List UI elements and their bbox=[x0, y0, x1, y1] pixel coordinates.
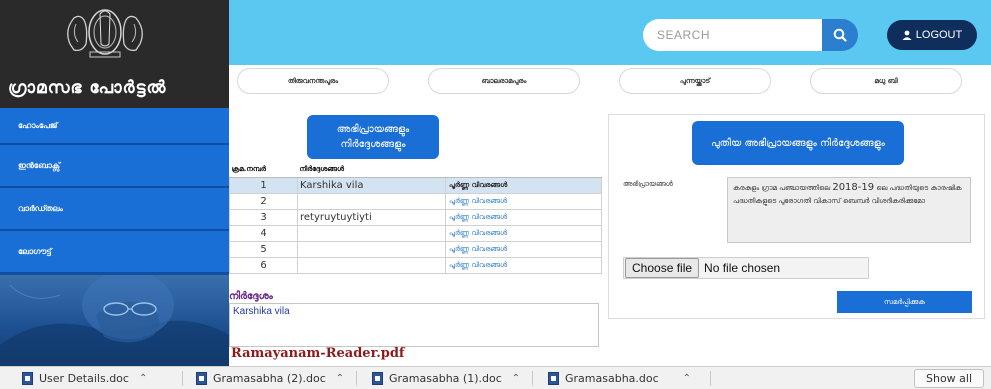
suggestion-detail-label: നിർദ്ദേശം bbox=[229, 291, 273, 302]
table-row[interactable]: 2 പൂർണ്ണ വിവരങ്ങൾ bbox=[229, 192, 602, 210]
search-icon bbox=[833, 28, 847, 42]
row-number: 5 bbox=[229, 240, 298, 258]
sidebar-item-logout[interactable]: ലോഗൗട്ട് bbox=[0, 231, 229, 274]
download-bar: User Details.doc ⌃ Gramasabha (2).doc ⌃ … bbox=[0, 366, 991, 389]
full-details-link[interactable]: പൂർണ്ണ വിവരങ്ങൾ bbox=[445, 256, 602, 274]
download-filename: Gramasabha (2).doc bbox=[213, 372, 326, 385]
download-filename: Gramasabha (1).doc bbox=[389, 372, 502, 385]
download-item[interactable]: User Details.doc ⌃ bbox=[22, 367, 147, 389]
row-suggestion bbox=[297, 240, 446, 258]
table-row[interactable]: 5 പൂർണ്ണ വിവരങ്ങൾ bbox=[229, 240, 602, 258]
ward-tab-thiruvananthapuram[interactable]: തിരുവനന്തപുരം bbox=[237, 68, 389, 94]
full-details-link[interactable]: പൂർണ്ണ വിവരങ്ങൾ bbox=[445, 176, 602, 194]
full-details-link[interactable]: പൂർണ്ണ വിവരങ്ങൾ bbox=[445, 224, 602, 242]
file-input[interactable]: Choose file No file chosen bbox=[623, 257, 869, 279]
comment-text-year: 2018-19 bbox=[832, 182, 875, 193]
column-header-serial: ക്രമ.നമ്പർ bbox=[229, 163, 298, 178]
divider bbox=[532, 371, 533, 386]
table-row[interactable]: 1 Karshika vila പൂർണ്ണ വിവരങ്ങൾ bbox=[229, 176, 602, 194]
full-details-link[interactable]: പൂർണ്ണ വിവരങ്ങൾ bbox=[445, 192, 602, 210]
ward-tab-balaramapuram[interactable]: ബാലരാമപുരം bbox=[428, 68, 580, 94]
column-header-suggestion: നിർദ്ദേശങ്ങൾ bbox=[297, 163, 446, 178]
search-input[interactable] bbox=[643, 19, 826, 51]
word-doc-icon bbox=[548, 372, 559, 385]
download-item[interactable]: Gramasabha (1).doc ⌃ bbox=[372, 367, 520, 389]
site-title: ഗ്രാമസഭ പോർട്ടൽ bbox=[8, 78, 167, 98]
sidebar-menu: ഹോംപേജ് ഇൻബോക്സ് വാർഡ്തലം ലോഗൗട്ട് bbox=[0, 108, 229, 274]
chevron-up-icon[interactable]: ⌃ bbox=[336, 373, 344, 384]
suggestions-table: ക്രമ.നമ്പർ നിർദ്ദേശങ്ങൾ 1 Karshika vila … bbox=[229, 163, 602, 274]
table-row[interactable]: 6 പൂർണ്ണ വിവരങ്ങൾ bbox=[229, 256, 602, 274]
row-number: 1 bbox=[229, 176, 298, 194]
row-suggestion: Karshika vila bbox=[297, 176, 446, 194]
chevron-up-icon[interactable]: ⌃ bbox=[139, 373, 147, 384]
top-header: LOGOUT bbox=[229, 0, 991, 65]
logo-area: ഗ്രാമസഭ പോർട്ടൽ bbox=[0, 0, 229, 108]
row-number: 6 bbox=[229, 256, 298, 274]
comment-textarea[interactable]: കരകുളം ഗ്രാമ പഞ്ചായത്തിലെ 2018-19 ലെ പദ്… bbox=[727, 177, 971, 243]
full-details-link[interactable]: പൂർണ്ണ വിവരങ്ങൾ bbox=[445, 240, 602, 258]
pdf-attachment-link[interactable]: Ramayanam-Reader.pdf bbox=[231, 346, 405, 361]
word-doc-icon bbox=[196, 372, 207, 385]
logout-label: LOGOUT bbox=[915, 29, 963, 41]
table-row[interactable]: 3 retyruytuytiyti പൂർണ്ണ വിവരങ്ങൾ bbox=[229, 208, 602, 226]
search-button[interactable] bbox=[822, 19, 858, 51]
row-suggestion bbox=[297, 256, 446, 274]
full-details-link[interactable]: പൂർണ്ണ വിവരങ്ങൾ bbox=[445, 208, 602, 226]
chevron-up-icon[interactable]: ⌃ bbox=[512, 373, 520, 384]
ward-tab-madhu-b[interactable]: മധു ബി bbox=[810, 68, 962, 94]
row-number: 4 bbox=[229, 224, 298, 242]
new-comment-panel: പുതിയ അഭിപ്രായങ്ങളും നിർദ്ദേശങ്ങളും അഭിപ… bbox=[608, 114, 985, 319]
choose-file-button[interactable]: Choose file bbox=[625, 258, 700, 278]
comment-label: അഭിപ്രായങ്ങൾ bbox=[623, 180, 673, 188]
sidebar-item-ward-level[interactable]: വാർഡ്തലം bbox=[0, 188, 229, 231]
row-suggestion bbox=[297, 224, 446, 242]
new-comment-heading: പുതിയ അഭിപ്രായങ്ങളും നിർദ്ദേശങ്ങളും bbox=[692, 121, 904, 165]
kerala-emblem-icon bbox=[67, 9, 143, 58]
divider bbox=[710, 371, 711, 386]
column-header-action bbox=[445, 163, 602, 178]
divider bbox=[182, 371, 183, 386]
row-suggestion: retyruytuytiyti bbox=[297, 208, 446, 226]
no-file-label: No file chosen bbox=[704, 261, 781, 275]
comment-text-pre: കരകുളം ഗ്രാമ പഞ്ചായത്തിലെ bbox=[733, 184, 833, 192]
logout-button[interactable]: LOGOUT bbox=[887, 20, 977, 50]
chevron-up-icon[interactable]: ⌃ bbox=[683, 373, 691, 384]
suggestions-panel: അഭിപ്രായങ്ങളും നിർദ്ദേശങ്ങളും ക്രമ.നമ്പർ… bbox=[229, 113, 602, 365]
sidebar-item-home[interactable]: ഹോംപേജ് bbox=[0, 108, 229, 145]
word-doc-icon bbox=[372, 372, 383, 385]
row-number: 2 bbox=[229, 192, 298, 210]
sidebar: ഗ്രാമസഭ പോർട്ടൽ ഹോംപേജ് ഇൻബോക്സ് വാർഡ്തല… bbox=[0, 0, 229, 366]
download-item[interactable]: Gramasabha (2).doc ⌃ bbox=[196, 367, 344, 389]
sidebar-item-inbox[interactable]: ഇൻബോക്സ് bbox=[0, 145, 229, 188]
row-number: 3 bbox=[229, 208, 298, 226]
portrait-illustration bbox=[0, 275, 229, 366]
suggestion-detail-textarea[interactable]: Karshika vila bbox=[229, 303, 599, 347]
download-filename: User Details.doc bbox=[39, 372, 129, 385]
show-all-button[interactable]: Show all bbox=[914, 369, 984, 388]
table-row[interactable]: 4 പൂർണ്ണ വിവരങ്ങൾ bbox=[229, 224, 602, 242]
page: ഗ്രാമസഭ പോർട്ടൽ ഹോംപേജ് ഇൻബോക്സ് വാർഡ്തല… bbox=[0, 0, 991, 389]
user-icon bbox=[902, 30, 912, 40]
ward-tab-punnakkad[interactable]: പുന്നയ്ക്കാട് bbox=[619, 68, 771, 94]
gandhi-portrait-icon bbox=[0, 275, 229, 366]
download-item[interactable]: Gramasabha.doc ⌃ bbox=[548, 367, 691, 389]
row-suggestion bbox=[297, 192, 446, 210]
download-filename: Gramasabha.doc bbox=[565, 372, 659, 385]
suggestions-heading: അഭിപ്രായങ്ങളും നിർദ്ദേശങ്ങളും bbox=[307, 115, 439, 159]
word-doc-icon bbox=[22, 372, 33, 385]
submit-button[interactable]: സമർപ്പിക്കുക bbox=[837, 291, 972, 313]
divider bbox=[356, 371, 357, 386]
